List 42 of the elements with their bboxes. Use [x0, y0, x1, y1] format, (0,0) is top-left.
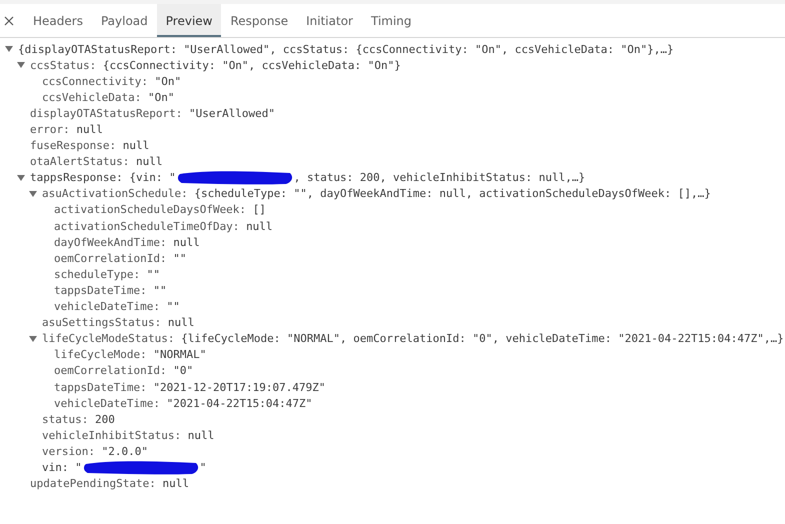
collapse-arrow-icon[interactable]	[28, 190, 38, 198]
tree-line-text: , status: 200, vehicleInhibitStatus: null,…}	[294, 171, 586, 184]
collapse-arrow-icon[interactable]	[4, 45, 14, 54]
tree-line: {displayOTAStatusReport: "UserAllowed", ccsStatus: {ccsConnectivity: "On", ccsVehicleData: "On"},…}	[18, 42, 674, 56]
collapse-arrow-icon[interactable]	[16, 61, 26, 70]
tree-line-text: tappsResponse: {vin: "	[30, 171, 176, 184]
tree-line: error: null	[30, 123, 103, 136]
tree-line: activationScheduleDaysOfWeek: []	[54, 203, 266, 216]
tree-line: tappsDateTime: "2021-12-20T17:19:07.479Z"	[54, 380, 326, 394]
tree-line: status: 200	[42, 412, 115, 426]
collapse-arrow-icon[interactable]	[28, 334, 38, 343]
tree-line: version: "2.0.0"	[42, 444, 148, 458]
tree-line: tappsDateTime: ""	[54, 284, 167, 297]
tree-line: ccsStatus: {ccsConnectivity: "On", ccsVehicleData: "On"}	[30, 58, 401, 72]
collapse-arrow-icon[interactable]	[16, 174, 26, 182]
tab[interactable]: Timing	[362, 4, 421, 37]
tab[interactable]: Response	[221, 4, 298, 37]
tree-line-text: "	[200, 460, 206, 474]
tree-line: dayOfWeekAndTime: null	[54, 236, 200, 249]
tab[interactable]: Payload	[92, 4, 157, 37]
tree-line: oemCorrelationId: "0"	[54, 364, 194, 378]
tab[interactable]: Headers	[24, 4, 92, 37]
tree-line: vehicleDateTime: "2021-04-22T15:04:47Z"	[54, 396, 312, 410]
tree-line: lifeCycleMode: "NORMAL"	[54, 348, 206, 362]
tree-line: oemCorrelationId: ""	[54, 252, 186, 265]
tree-line: asuActivationSchedule: {scheduleType: "", dayOfWeekAndTime: null, activationScheduleDaysOfWeek: [],…}	[42, 187, 711, 200]
tree-line: ccsVehicleData: "On"	[42, 90, 174, 104]
tree-line: scheduleType: ""	[54, 268, 160, 281]
tree-line: fuseResponse: null	[30, 139, 150, 152]
tree-line: displayOTAStatusReport: "UserAllowed"	[30, 106, 276, 120]
tab[interactable]: Initiator	[297, 4, 362, 37]
tree-line: activationScheduleTimeOfDay: null	[54, 220, 273, 233]
tab[interactable]: Preview	[156, 4, 222, 37]
close-icon[interactable]	[4, 16, 14, 26]
tree-line: updatePendingState: null	[30, 477, 189, 490]
tree-line: vehicleDateTime: ""	[54, 300, 180, 314]
tree-line: ccsConnectivity: "On"	[42, 74, 182, 88]
tree-line: lifeCycleModeStatus: {lifeCycleMode: "NORMAL", oemCorrelationId: "0", vehicleDateTime: "2021-04-22T15:04:47Z",…}	[42, 332, 784, 346]
tree-line: asuSettingsStatus: null	[42, 316, 194, 330]
tree-line-text: vin: "	[42, 460, 82, 474]
tree-line: vehicleInhibitStatus: null	[42, 428, 214, 442]
tree-line: otaAlertStatus: null	[30, 155, 162, 168]
